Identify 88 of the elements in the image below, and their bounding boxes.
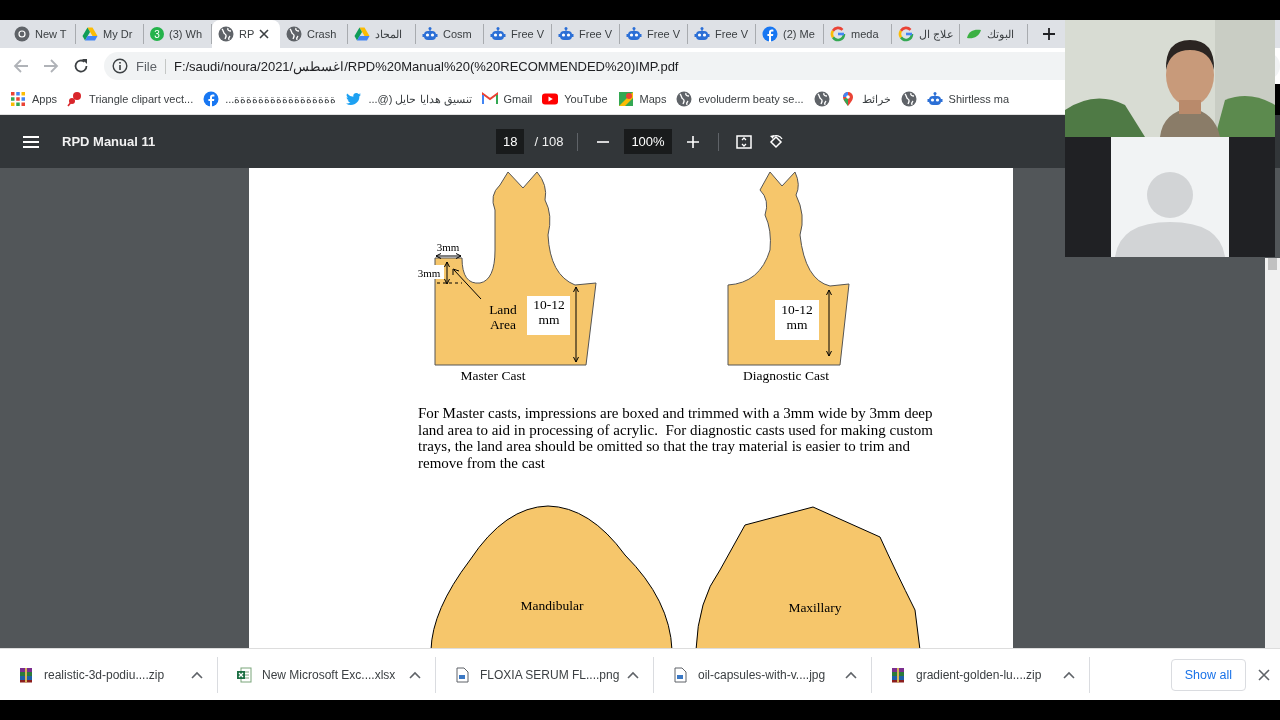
social-logo-icon — [762, 26, 778, 42]
robot-icon — [626, 26, 642, 42]
globe-icon — [218, 26, 234, 42]
figure-caption: Diagnostic Cast — [743, 368, 829, 383]
dimension-arrow — [435, 253, 462, 259]
robot-icon — [694, 26, 710, 42]
globe-icon — [676, 91, 693, 107]
scroll-thumb[interactable] — [1268, 258, 1277, 270]
browser-tab[interactable]: Free V — [688, 24, 756, 44]
pin-icon — [67, 91, 84, 107]
envelope-icon — [481, 91, 498, 107]
globe-icon — [286, 26, 302, 42]
browser-tab[interactable]: New T — [8, 24, 76, 44]
scrollbar[interactable] — [1265, 258, 1280, 648]
browser-tab[interactable]: Free V — [484, 24, 552, 44]
dimension-label: 3mm — [415, 265, 444, 279]
robot-icon — [558, 26, 574, 42]
page-number-field[interactable]: 18 — [496, 129, 525, 154]
download-item[interactable]: realistic-3d-podiu....zip — [18, 666, 165, 683]
image-file-icon — [454, 666, 470, 683]
play-icon — [542, 91, 559, 107]
document-title: RPD Manual 11 — [62, 134, 156, 149]
download-item[interactable]: gradient-golden-lu....zip — [890, 666, 1042, 683]
robot-icon — [926, 91, 943, 107]
triangle-logo-icon — [354, 26, 370, 42]
map-icon — [617, 91, 634, 107]
social-logo-icon — [203, 91, 220, 107]
download-item[interactable]: oil-capsules-with-v....jpg — [672, 666, 826, 683]
arch-label: Mandibular — [520, 598, 584, 613]
browser-tab[interactable]: المحاد — [348, 24, 416, 44]
ring-logo-icon — [830, 26, 846, 42]
bookmark[interactable]: YouTube — [542, 91, 608, 107]
page-count: / 108 — [534, 134, 564, 149]
browser-tab[interactable]: Free V — [552, 24, 620, 44]
leader-line — [452, 268, 482, 300]
browser-icon — [14, 26, 30, 42]
spreadsheet-icon — [236, 666, 252, 683]
archive-icon — [890, 666, 906, 683]
browser-tab[interactable]: البوتك — [960, 24, 1028, 44]
body-paragraph: For Master casts, impressions are boxed and trimmed with a 3mm wide by 3mm deep land area to aid in processing of acrylic. For diagnostic casts used for making custom trays, the land area should be omitted so that the tray material is easier to trim and remove from the cast — [418, 405, 934, 472]
archive-icon — [18, 666, 34, 683]
bookmark[interactable]: Gmail — [481, 91, 533, 107]
dimension-arrow — [826, 289, 832, 357]
dashed-guide-line — [436, 282, 463, 284]
menu-button[interactable] — [22, 134, 40, 149]
globe-icon[interactable] — [900, 91, 917, 107]
url-text: F:/saudi/noura/2021/اغسطس/RPD%20Manual%20(%20RECOMMENDED%20)IMP.pdf — [173, 58, 679, 74]
download-item[interactable]: FLOXIA SERUM FL....png — [454, 666, 620, 683]
bookmark[interactable]: Shirtless ma — [926, 91, 1010, 107]
bookmark[interactable]: Maps — [617, 91, 667, 107]
browser-tab[interactable]: Crash — [280, 24, 348, 44]
globe-icon[interactable] — [813, 91, 830, 107]
ring-logo-icon — [898, 26, 914, 42]
browser-tab[interactable]: Free V — [620, 24, 688, 44]
bookmark[interactable]: evoluderm beaty se... — [676, 91, 804, 107]
dimension-label: 3mm — [436, 241, 460, 253]
arch-label: Maxillary — [788, 600, 842, 615]
triangle-logo-icon — [82, 26, 98, 42]
bookmark[interactable]: ةةةةةةةةةةةةةةةةة... — [203, 91, 337, 107]
bookmark[interactable]: تنسيق هدايا حايل (@... — [346, 91, 472, 107]
info-icon[interactable] — [112, 58, 128, 74]
robot-icon — [422, 26, 438, 42]
browser-tab[interactable]: Cosm — [416, 24, 484, 44]
zoom-field[interactable]: 100% — [624, 129, 672, 154]
dimension-arrow — [444, 261, 450, 285]
height-label: 10-12 mm — [527, 296, 570, 335]
browser-tab[interactable]: (2) Me — [756, 24, 824, 44]
plus-icon — [1042, 27, 1056, 41]
bookmark[interactable]: Apps — [10, 91, 58, 107]
figure-caption: Master Cast — [460, 368, 526, 383]
scheme-label: File — [136, 58, 166, 74]
notification-badge: 3 — [150, 27, 164, 41]
bookmark[interactable]: Triangle clipart vect... — [67, 91, 194, 107]
robot-icon — [490, 26, 506, 42]
land-area-label: Land Area — [489, 302, 517, 332]
download-item[interactable]: New Microsoft Exc....xlsx — [236, 666, 396, 683]
browser-tab[interactable]: RP — [212, 20, 280, 48]
bookmark[interactable]: خرائط — [839, 91, 891, 107]
apps-icon — [10, 91, 26, 107]
browser-tab[interactable]: My Dr — [76, 24, 144, 44]
browser-tab[interactable]: علاج ال — [892, 24, 960, 44]
image-file-icon — [672, 666, 688, 683]
height-label: 10-12 mm — [775, 300, 819, 340]
new-tab-button[interactable] — [1040, 25, 1058, 43]
bird-icon — [346, 91, 363, 107]
close-icon[interactable] — [259, 29, 270, 39]
show-all-button[interactable]: Show all — [1170, 658, 1246, 691]
browser-tab[interactable]: meda — [824, 24, 892, 44]
